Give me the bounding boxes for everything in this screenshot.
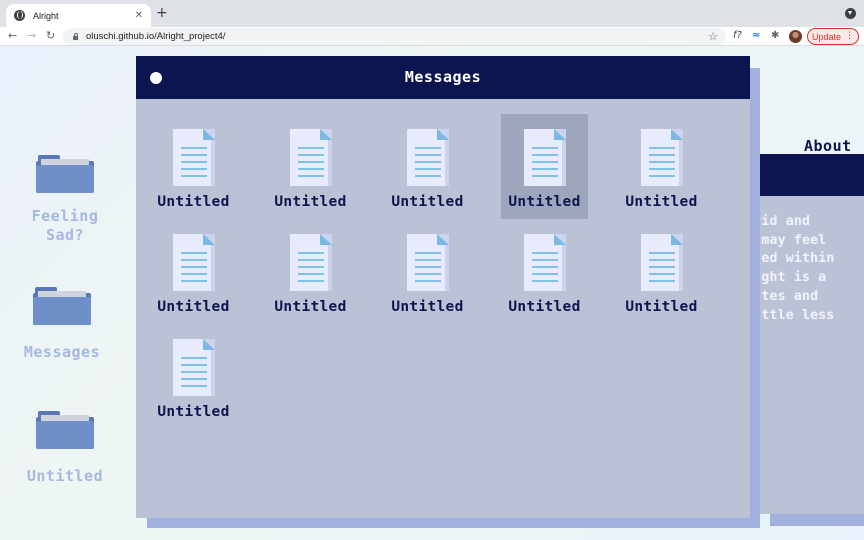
- file-label: Untitled: [391, 299, 464, 315]
- file-label: Untitled: [508, 299, 581, 315]
- window-title: Messages: [404, 68, 482, 86]
- messages-title-bar[interactable]: Messages: [136, 56, 750, 99]
- file-label: Untitled: [508, 194, 581, 210]
- more-menu-icon: ⋮: [845, 31, 855, 41]
- desktop-icon-messages[interactable]: Messages: [2, 287, 122, 362]
- folder-icon: [36, 155, 94, 193]
- address-bar[interactable]: oluschi.github.io/Alright_project4/ ☆: [63, 28, 726, 45]
- document-icon: [641, 234, 683, 291]
- file-item[interactable]: Untitled: [618, 219, 705, 324]
- desktop-icon-label: Untitled: [26, 467, 104, 485]
- update-label: Update: [811, 31, 842, 42]
- document-icon: [641, 129, 683, 186]
- tab-title: Alright: [33, 10, 59, 21]
- extension-wave-icon[interactable]: ≈: [752, 28, 760, 44]
- forward-button[interactable]: →: [27, 28, 36, 44]
- document-icon: [524, 129, 566, 186]
- lock-icon[interactable]: [73, 32, 78, 40]
- desktop-icon-feeling-sad[interactable]: Feeling Sad?: [5, 155, 125, 245]
- file-item[interactable]: Untitled: [150, 324, 237, 429]
- browser-tabstrip: Alright ✕ +: [0, 0, 864, 27]
- file-item[interactable]: Untitled: [384, 219, 471, 324]
- update-button[interactable]: Update ⋮: [807, 28, 859, 45]
- new-tab-button[interactable]: +: [156, 6, 168, 20]
- file-label: Untitled: [157, 194, 230, 210]
- about-title-bar[interactable]: [760, 154, 864, 196]
- document-icon: [290, 234, 332, 291]
- folder-icon: [33, 287, 91, 325]
- desktop-icon-label: Messages: [23, 343, 101, 361]
- file-item[interactable]: Untitled: [384, 114, 471, 219]
- about-window[interactable]: [760, 154, 864, 514]
- document-icon: [173, 129, 215, 186]
- desktop-icon-label: Feeling Sad?: [31, 207, 99, 244]
- tab-search-icon[interactable]: [845, 8, 856, 19]
- browser-toolbar: ← → ↻ oluschi.github.io/Alright_project4…: [0, 27, 864, 46]
- file-item[interactable]: Untitled: [267, 219, 354, 324]
- file-item[interactable]: Untitled: [150, 114, 237, 219]
- file-item[interactable]: Untitled: [501, 114, 588, 219]
- file-item[interactable]: Untitled: [501, 219, 588, 324]
- file-label: Untitled: [274, 299, 347, 315]
- close-dot-icon[interactable]: [150, 72, 162, 84]
- document-icon: [173, 339, 215, 396]
- file-label: Untitled: [625, 194, 698, 210]
- about-title: About: [804, 137, 852, 155]
- file-item[interactable]: Untitled: [150, 219, 237, 324]
- globe-icon: [14, 10, 25, 21]
- extensions-puzzle-icon[interactable]: ✱: [771, 28, 779, 44]
- file-label: Untitled: [625, 299, 698, 315]
- browser-tab[interactable]: Alright ✕: [6, 4, 151, 27]
- back-button[interactable]: ←: [8, 28, 17, 44]
- desktop-icon-untitled[interactable]: Untitled: [5, 411, 125, 486]
- document-icon: [407, 129, 449, 186]
- about-text: said and u may feel ened within right is…: [761, 213, 835, 323]
- folder-icon: [36, 411, 94, 449]
- document-icon: [407, 234, 449, 291]
- profile-avatar[interactable]: [789, 30, 802, 43]
- file-label: Untitled: [391, 194, 464, 210]
- document-icon: [173, 234, 215, 291]
- url-text[interactable]: oluschi.github.io/Alright_project4/: [86, 31, 708, 42]
- bookmark-star-icon[interactable]: ☆: [708, 31, 718, 42]
- file-item[interactable]: Untitled: [618, 114, 705, 219]
- document-icon: [524, 234, 566, 291]
- file-label: Untitled: [274, 194, 347, 210]
- messages-window: Messages Untitled Untitled Untitled Untitle…: [136, 56, 750, 518]
- close-icon[interactable]: ✕: [135, 10, 143, 21]
- file-label: Untitled: [157, 299, 230, 315]
- extension-f-icon[interactable]: f?: [733, 28, 742, 44]
- reload-button[interactable]: ↻: [46, 28, 55, 44]
- file-label: Untitled: [157, 404, 230, 420]
- file-item[interactable]: Untitled: [267, 114, 354, 219]
- file-grid: Untitled Untitled Untitled Untitled Untitled…: [136, 99, 750, 518]
- document-icon: [290, 129, 332, 186]
